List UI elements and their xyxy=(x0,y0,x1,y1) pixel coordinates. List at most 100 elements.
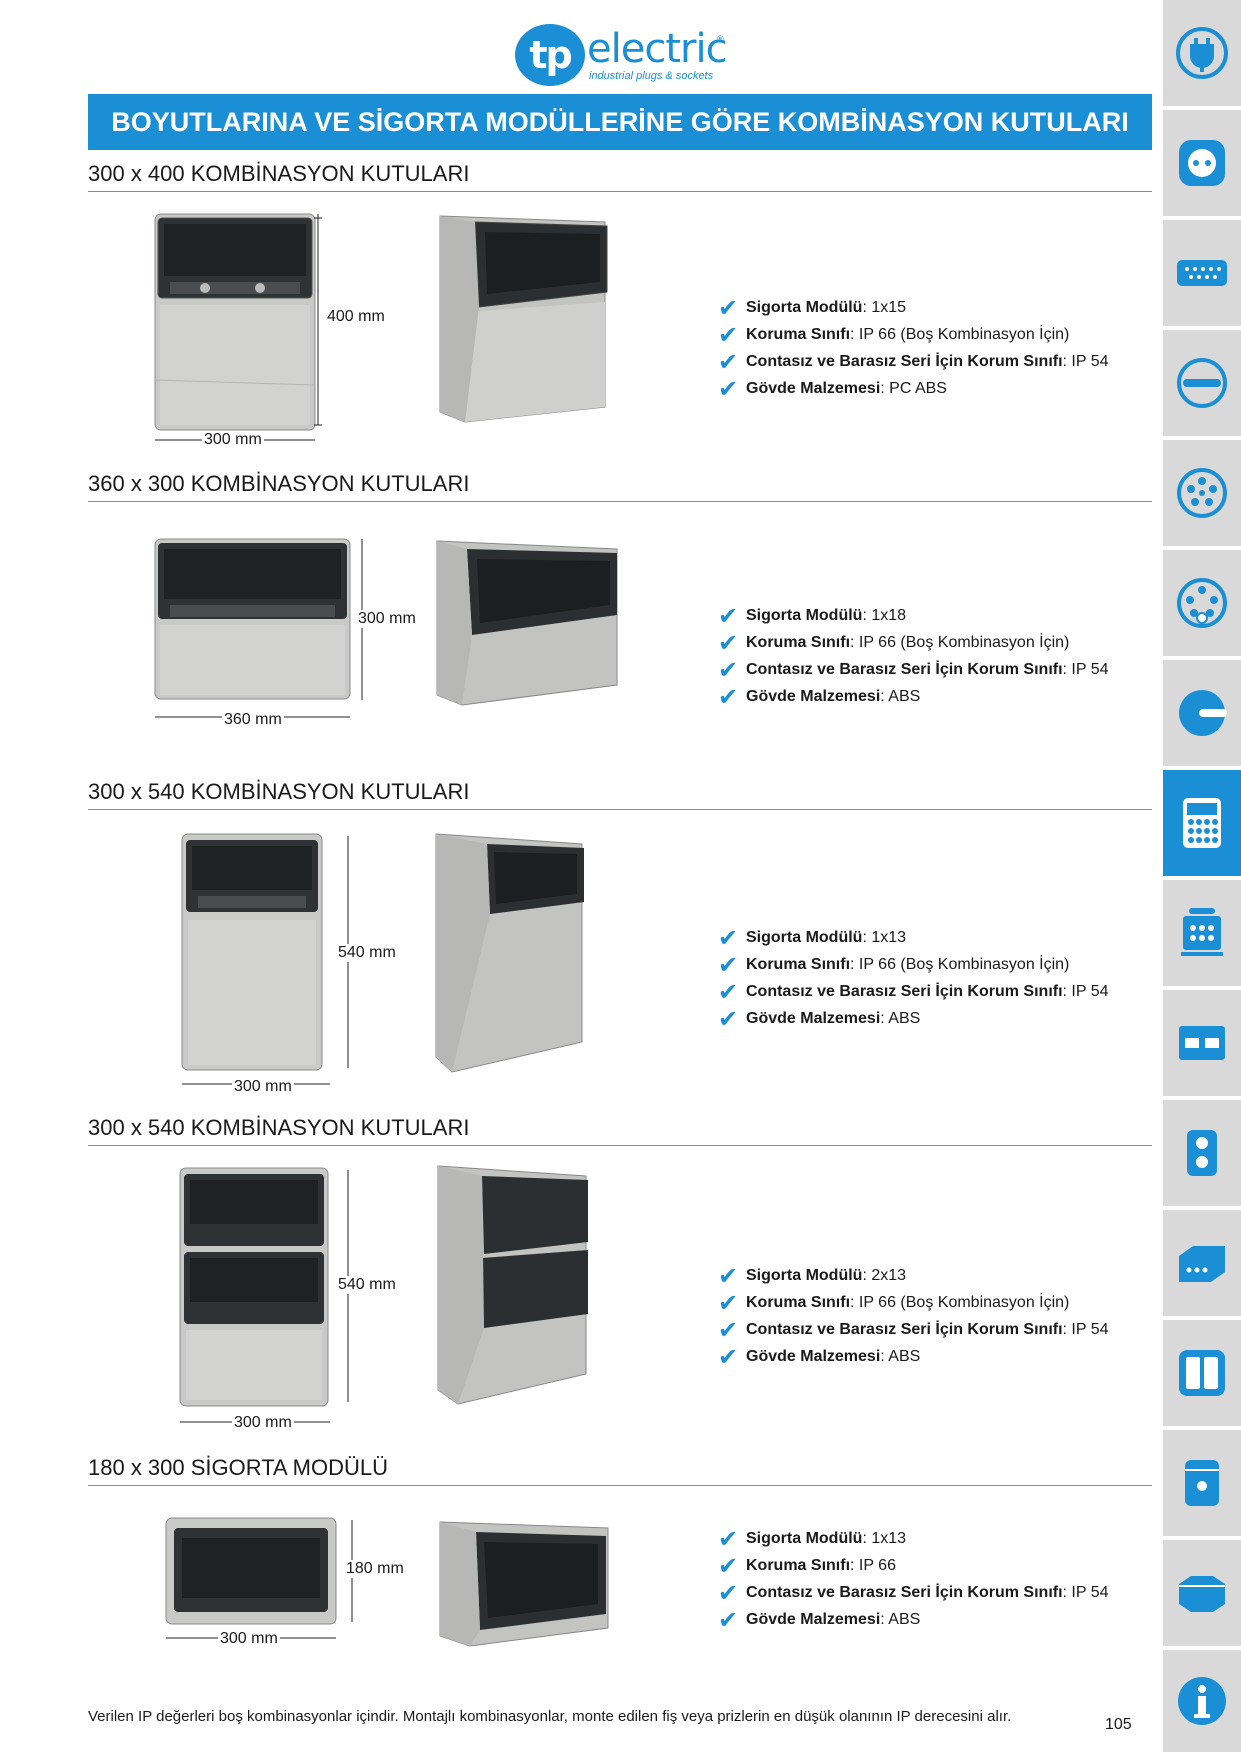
five-pin-socket-icon xyxy=(1177,468,1227,518)
section-title: 300 x 540 KOMBİNASYON KUTULARI xyxy=(88,1112,1152,1146)
height-dimension: 300 mm xyxy=(356,610,418,628)
spec-value: : ABS xyxy=(880,687,921,705)
width-dimension: 360 mm xyxy=(222,711,284,729)
spec-value: : ABS xyxy=(880,1347,921,1365)
spec-label: Sigorta Modülü xyxy=(746,1529,863,1547)
socket-icon xyxy=(1179,140,1225,186)
spec-value: : IP 54 xyxy=(1062,1583,1109,1601)
check-icon: ✔ xyxy=(718,628,739,657)
product-front-view xyxy=(154,538,363,718)
check-icon: ✔ xyxy=(718,682,739,711)
sidebar-tab-five-pin-alt[interactable] xyxy=(1163,550,1241,658)
spec-value: : IP 54 xyxy=(1062,660,1109,678)
check-icon: ✔ xyxy=(718,601,739,630)
sidebar-tab-hexagon-box[interactable] xyxy=(1163,1540,1241,1648)
spec-label: Contasız ve Barasız Seri İçin Korum Sını… xyxy=(746,660,1063,678)
double-panel-icon xyxy=(1179,1350,1225,1396)
spec-value: : PC ABS xyxy=(880,379,947,397)
spec-item: ✔ Koruma Sınıfı : IP 66 (Boş Kombinasyon … xyxy=(718,628,1138,657)
sidebar-tab-extension[interactable] xyxy=(1163,660,1241,768)
spec-label: Sigorta Modülü xyxy=(746,606,863,624)
logo-tagline: industrial plugs & sockets xyxy=(589,70,714,82)
logo-registered: ® xyxy=(717,34,724,44)
spec-label: Contasız ve Barasız Seri İçin Korum Sını… xyxy=(746,1320,1063,1338)
spec-value: : 1x18 xyxy=(862,606,907,624)
spec-label: Koruma Sınıfı xyxy=(746,1293,851,1311)
spec-label: Gövde Malzemesi xyxy=(746,1009,881,1027)
sidebar-tab-portable[interactable] xyxy=(1163,880,1241,988)
sidebar-tab-junction-box[interactable] xyxy=(1163,1210,1241,1318)
footer-note: Verilen IP değerleri boş kombinasyonlar … xyxy=(88,1708,1012,1725)
check-icon: ✔ xyxy=(718,1342,739,1371)
spec-label: Koruma Sınıfı xyxy=(746,955,851,973)
multi-pin-connector-icon xyxy=(1177,260,1227,286)
spec-value: : 1x13 xyxy=(862,1529,907,1547)
portable-distribution-icon xyxy=(1181,908,1223,956)
spec-label: Sigorta Modülü xyxy=(746,928,863,946)
spec-label: Contasız ve Barasız Seri İçin Korum Sını… xyxy=(746,1583,1063,1601)
hexagon-box-icon xyxy=(1179,1576,1225,1612)
sidebar-tab-plug[interactable] xyxy=(1163,0,1241,108)
spec-value: : IP 66 (Boş Kombinasyon İçin) xyxy=(850,1293,1070,1311)
spec-label: Koruma Sınıfı xyxy=(746,633,851,651)
check-icon: ✔ xyxy=(718,320,739,349)
plug-icon xyxy=(1176,27,1228,79)
spec-item: ✔ Sigorta Modülü : 1x13 xyxy=(718,923,1138,952)
spec-item: ✔ Koruma Sınıfı : IP 66 (Boş Kombinasyon … xyxy=(718,320,1138,349)
check-icon: ✔ xyxy=(718,347,739,376)
sidebar-tab-enclosure[interactable] xyxy=(1163,990,1241,1098)
brand-logo: tp electric ® industrial plugs & sockets xyxy=(515,22,735,86)
spec-list: ✔ Sigorta Modülü : 2x13 ✔ Koruma Sınıfı : … xyxy=(718,1262,1138,1371)
spec-label: Contasız ve Barasız Seri İçin Korum Sını… xyxy=(746,352,1063,370)
sidebar-tab-combination-box[interactable] xyxy=(1163,770,1241,878)
spec-item: ✔ Koruma Sınıfı : IP 66 xyxy=(718,1551,1138,1580)
check-icon: ✔ xyxy=(718,923,739,952)
product-angle-view xyxy=(437,1165,588,1405)
spec-value: : IP 54 xyxy=(1062,1320,1109,1338)
check-icon: ✔ xyxy=(718,1288,739,1317)
check-icon: ✔ xyxy=(718,977,739,1006)
section-title: 180 x 300 SİGORTA MODÜLÜ xyxy=(88,1452,1152,1486)
enclosure-icon xyxy=(1179,1026,1225,1060)
product-angle-view xyxy=(436,540,618,706)
spec-item: ✔ Gövde Malzemesi : PC ABS xyxy=(718,375,1138,403)
spec-label: Koruma Sınıfı xyxy=(746,325,851,343)
spec-value: : 2x13 xyxy=(862,1266,907,1284)
cylinder-box-icon xyxy=(1185,1460,1219,1506)
product-front-view xyxy=(179,1167,349,1423)
spec-value: : ABS xyxy=(880,1610,921,1628)
spec-value: : 1x15 xyxy=(862,298,907,316)
spec-list: ✔ Sigorta Modülü : 1x18 ✔ Koruma Sınıfı : … xyxy=(718,601,1138,711)
spec-value: : IP 54 xyxy=(1062,352,1109,370)
extension-plug-icon xyxy=(1179,690,1227,736)
spec-value: : ABS xyxy=(880,1009,921,1027)
sidebar-tab-industrial-plug[interactable] xyxy=(1163,330,1241,438)
spec-label: Gövde Malzemesi xyxy=(746,1610,881,1628)
sidebar-tab-connector[interactable] xyxy=(1163,220,1241,328)
wall-socket-icon xyxy=(1187,1130,1217,1176)
spec-item: ✔ Gövde Malzemesi : ABS xyxy=(718,1606,1138,1634)
combination-box-icon xyxy=(1183,798,1221,848)
sidebar-tab-info[interactable] xyxy=(1163,1650,1241,1754)
spec-item: ✔ Gövde Malzemesi : ABS xyxy=(718,1342,1138,1371)
spec-item: ✔ Sigorta Modülü : 2x13 xyxy=(718,1262,1138,1290)
sidebar-tab-socket[interactable] xyxy=(1163,110,1241,218)
sidebar-tab-five-pin[interactable] xyxy=(1163,440,1241,548)
five-pin-socket-alt-icon xyxy=(1177,578,1227,628)
product-angle-view xyxy=(439,1521,609,1647)
spec-value: : 1x13 xyxy=(862,928,907,946)
spec-label: Gövde Malzemesi xyxy=(746,687,881,705)
logo-mark: tp xyxy=(515,24,585,86)
sidebar-tab-cylinder-box[interactable] xyxy=(1163,1430,1241,1538)
page-number: 105 xyxy=(1105,1716,1132,1733)
check-icon: ✔ xyxy=(718,1004,739,1033)
product-angle-view xyxy=(439,215,608,423)
check-icon: ✔ xyxy=(718,1551,739,1580)
width-dimension: 300 mm xyxy=(232,1414,294,1432)
sidebar-tab-double-panel[interactable] xyxy=(1163,1320,1241,1428)
spec-label: Sigorta Modülü xyxy=(746,298,863,316)
check-icon: ✔ xyxy=(718,1578,739,1607)
check-icon: ✔ xyxy=(718,293,739,322)
sidebar-tab-wall-socket[interactable] xyxy=(1163,1100,1241,1208)
spec-value: : IP 54 xyxy=(1062,982,1109,1000)
